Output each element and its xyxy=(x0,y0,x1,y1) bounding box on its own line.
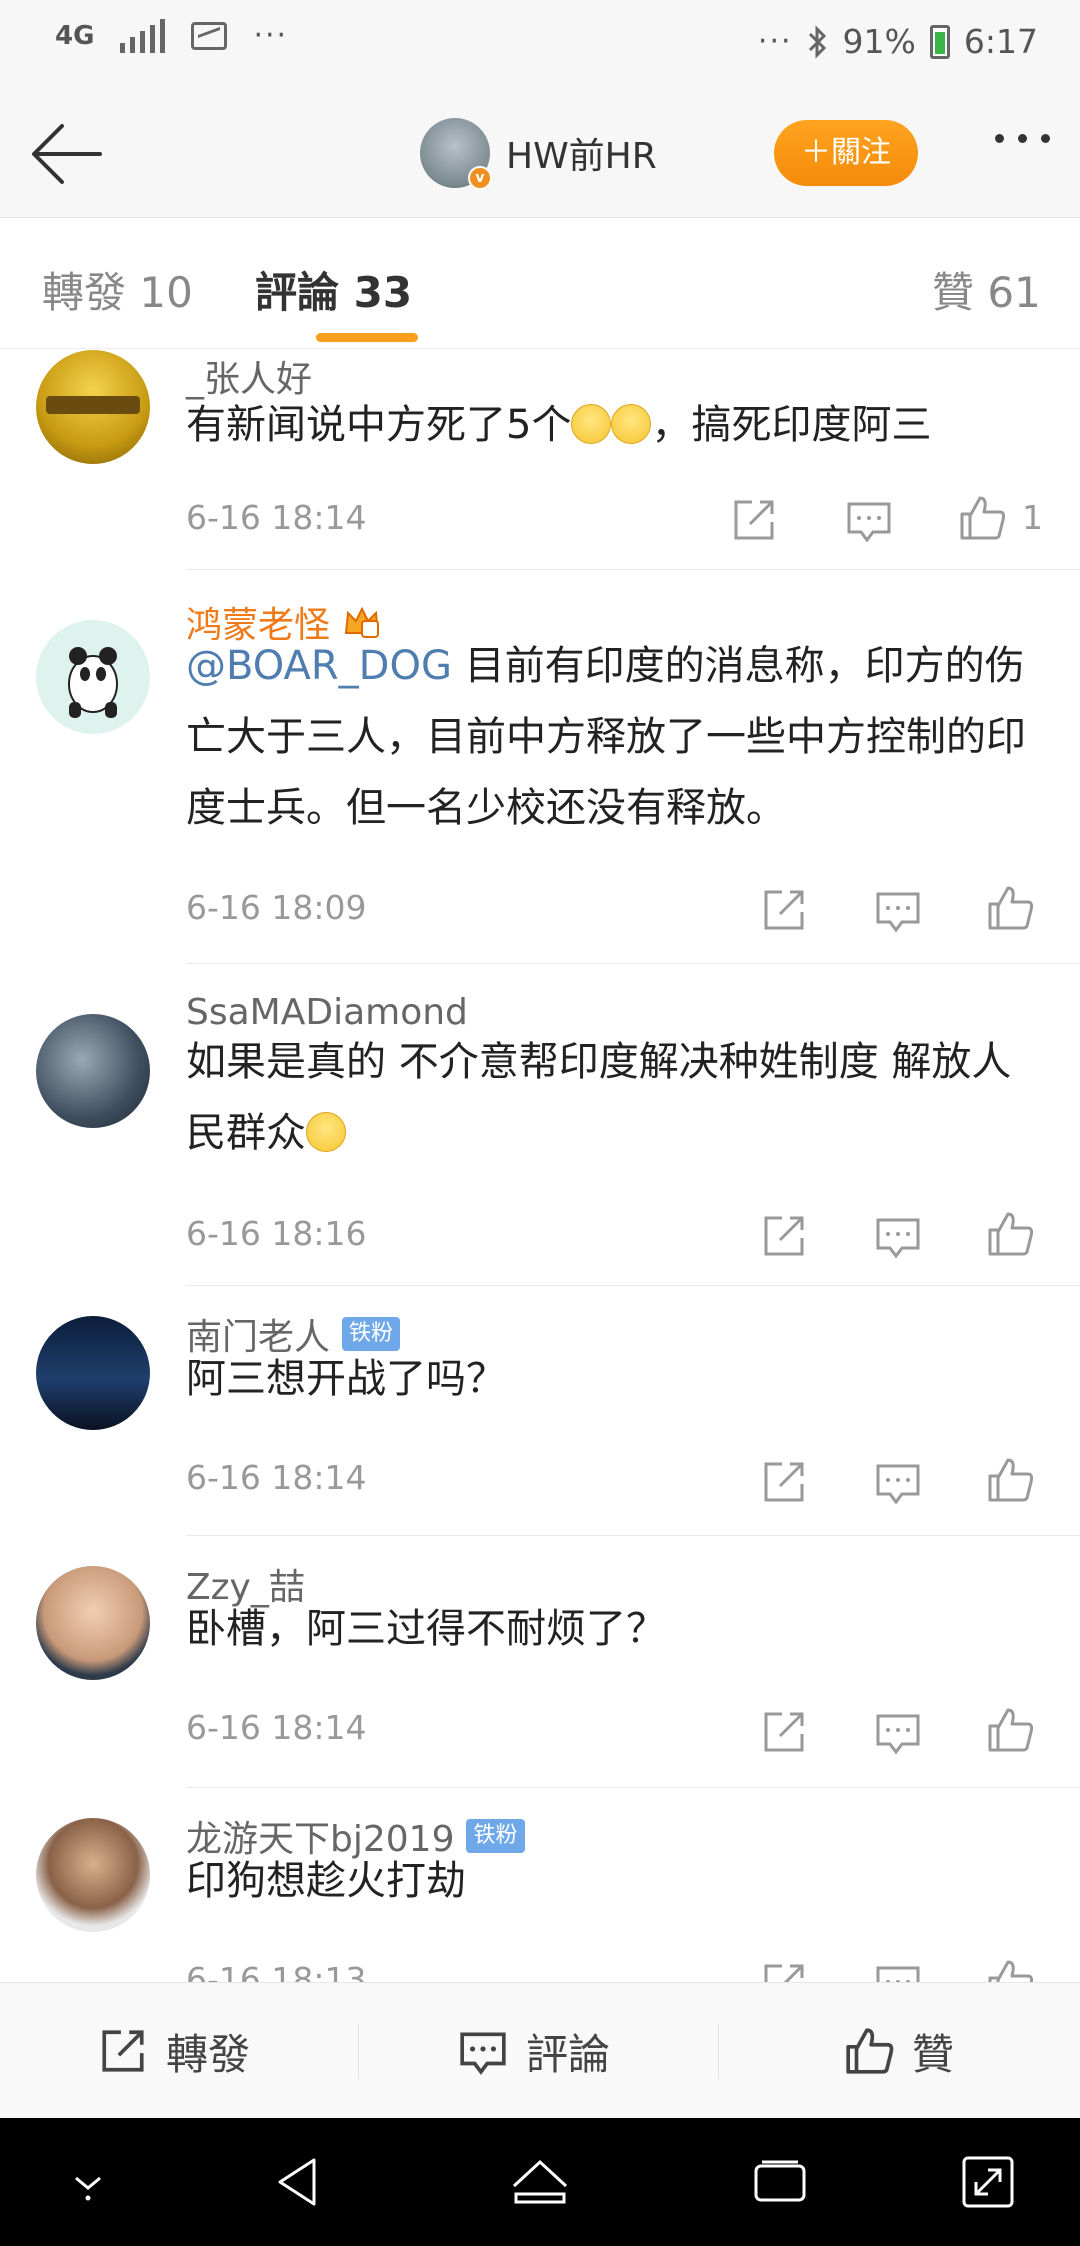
status-overflow: ··· xyxy=(253,18,289,53)
comment-list: _张人好 有新闻说中方死了5个 ，搞死印度阿三 6-16 18:14 1 鸿蒙老怪… xyxy=(0,350,1080,1982)
like-label: 贊 xyxy=(912,2029,955,2079)
post-author[interactable]: v HW前HR xyxy=(420,118,657,190)
share-icon[interactable] xyxy=(760,1212,808,1260)
status-right: ··· 91% 6:17 xyxy=(758,22,1038,61)
comment-item: 南门老人 铁粉 阿三想开战了吗？ 6-16 18:14 xyxy=(0,1286,1080,1536)
share-icon[interactable] xyxy=(760,1708,808,1756)
comment-time: 6-16 18:16 xyxy=(186,1214,367,1253)
divider xyxy=(358,2023,359,2079)
reply-icon[interactable] xyxy=(874,1960,922,1982)
comment-item: Zzy_喆 卧槽，阿三过得不耐烦了？ 6-16 18:14 xyxy=(0,1536,1080,1788)
comment-text-body: 印狗想趁火打劫 xyxy=(186,1858,466,1904)
like-icon[interactable] xyxy=(986,1456,1034,1504)
image-icon xyxy=(191,21,228,50)
repost-label: 轉發 xyxy=(166,2029,251,2079)
comment-time: 6-16 18:09 xyxy=(186,888,367,927)
recents-nav-icon[interactable] xyxy=(750,2152,810,2212)
comment-time: 6-16 18:14 xyxy=(186,1458,367,1497)
avatar[interactable] xyxy=(36,1014,150,1128)
panda-icon xyxy=(68,647,118,718)
comment-label: 評論 xyxy=(526,2029,611,2079)
share-icon[interactable] xyxy=(760,1960,808,1982)
comment-text: 印狗想趁火打劫 xyxy=(186,1846,1050,1917)
like-count: 1 xyxy=(1022,498,1043,537)
home-nav-icon[interactable] xyxy=(510,2152,570,2212)
mention-link[interactable]: @BOAR_DOG xyxy=(186,643,452,689)
battery-icon xyxy=(929,24,950,59)
comment-text-before: 有新闻说中方死了5个 xyxy=(186,402,572,448)
comment-item: SsaMADiamond 如果是真的 不介意帮印度解决种姓制度 解放人民群众 6… xyxy=(0,964,1080,1286)
comment-time: 6-16 18:14 xyxy=(186,498,367,537)
comment-button[interactable]: 評論 xyxy=(458,1983,610,2119)
like-icon[interactable] xyxy=(986,1210,1034,1258)
comment-text-body: 卧槽，阿三过得不耐烦了？ xyxy=(186,1606,666,1652)
network-type: 4G xyxy=(55,20,95,51)
reply-icon[interactable] xyxy=(874,886,922,934)
comment-text-after: ，搞死印度阿三 xyxy=(651,402,932,448)
smile-emoji-icon xyxy=(306,1112,346,1152)
follow-button[interactable]: ＋關注 xyxy=(774,120,918,186)
verified-icon: v xyxy=(468,166,492,190)
comment-text: 如果是真的 不介意帮印度解决种姓制度 解放人民群众 xyxy=(186,1027,1050,1169)
like-icon[interactable] xyxy=(986,884,1034,932)
back-nav-icon[interactable] xyxy=(270,2152,330,2212)
avatar[interactable]: v xyxy=(420,118,492,190)
divider xyxy=(718,2023,719,2079)
tab-indicator xyxy=(316,333,418,342)
signal-icon xyxy=(120,18,166,53)
avatar[interactable] xyxy=(36,1566,150,1680)
comment-item: _张人好 有新闻说中方死了5个 ，搞死印度阿三 6-16 18:14 1 xyxy=(0,350,1080,570)
status-overflow-right: ··· xyxy=(757,24,793,59)
battery-percent: 91% xyxy=(842,22,916,61)
reply-icon[interactable] xyxy=(874,1458,922,1506)
reply-icon[interactable] xyxy=(874,1708,922,1756)
hide-keyboard-icon[interactable] xyxy=(58,2152,118,2212)
tab-likes[interactable]: 贊 61 xyxy=(932,259,1041,320)
reply-icon[interactable] xyxy=(845,496,893,544)
avatar[interactable] xyxy=(36,1818,150,1932)
like-icon xyxy=(846,2028,894,2074)
like-icon[interactable] xyxy=(958,494,1006,542)
repost-button[interactable]: 轉發 xyxy=(98,1983,250,2119)
comment-time: 6-16 18:13 xyxy=(186,1960,367,1982)
share-icon xyxy=(102,2030,144,2072)
crying-emoji-icon xyxy=(611,404,652,444)
share-icon[interactable] xyxy=(760,886,808,934)
comment-text: @BOAR_DOG 目前有印度的消息称，印方的伤亡大于三人，目前中方释放了一些中… xyxy=(186,631,1050,844)
avatar[interactable] xyxy=(36,620,150,734)
back-arrow-icon[interactable] xyxy=(28,116,108,192)
share-icon[interactable] xyxy=(760,1458,808,1506)
reply-icon[interactable] xyxy=(874,1212,922,1260)
crying-emoji-icon xyxy=(571,404,612,444)
bluetooth-icon xyxy=(808,24,826,59)
comment-text: 有新闻说中方死了5个 ，搞死印度阿三 xyxy=(186,390,1050,461)
comment-text: 阿三想开战了吗？ xyxy=(186,1344,1050,1415)
system-nav-bar xyxy=(0,2118,1080,2246)
top-header: v HW前HR ＋關注 xyxy=(0,90,1080,218)
clock: 6:17 xyxy=(963,22,1038,61)
comment-text: 卧槽，阿三过得不耐烦了？ xyxy=(186,1594,1050,1665)
comment-text-body: 阿三想开战了吗？ xyxy=(186,1356,506,1402)
status-bar: 4G ··· ··· 91% 6:17 xyxy=(0,0,1080,90)
like-icon[interactable] xyxy=(986,1706,1034,1754)
comment-item: 龙游天下bj2019 铁粉 印狗想趁火打劫 6-16 18:13 xyxy=(0,1788,1080,1982)
bottom-action-bar: 轉發 評論 贊 xyxy=(0,1982,1080,2118)
avatar[interactable] xyxy=(36,1316,150,1430)
comment-icon xyxy=(460,2032,506,2075)
share-icon[interactable] xyxy=(730,496,778,544)
tab-bar: 轉發 10 評論 33 贊 61 xyxy=(0,219,1080,349)
avatar[interactable] xyxy=(36,350,150,464)
tab-comments[interactable]: 評論 33 xyxy=(255,259,412,320)
comment-time: 6-16 18:14 xyxy=(186,1708,367,1747)
author-name[interactable]: HW前HR xyxy=(506,127,657,179)
status-left: 4G ··· xyxy=(55,18,288,53)
expand-nav-icon[interactable] xyxy=(958,2152,1018,2212)
tab-repost[interactable]: 轉發 10 xyxy=(42,259,193,320)
comment-item: 鸿蒙老怪 @BOAR_DOG 目前有印度的消息称，印方的伤亡大于三人，目前中方释… xyxy=(0,570,1080,964)
more-icon[interactable] xyxy=(995,134,1050,143)
like-icon[interactable] xyxy=(986,1958,1034,1982)
like-button[interactable]: 贊 xyxy=(844,1983,954,2119)
